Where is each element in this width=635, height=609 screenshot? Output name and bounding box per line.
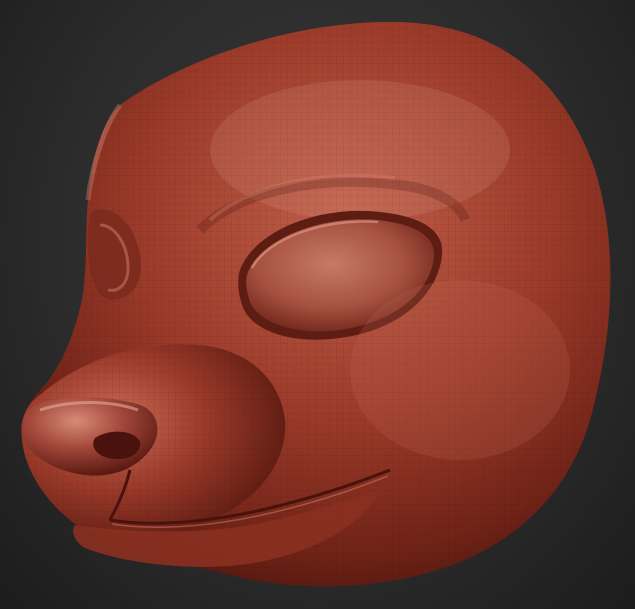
sculpt-render [21,21,611,587]
viewport-canvas[interactable] [0,0,635,609]
cheek-highlight [350,280,570,460]
